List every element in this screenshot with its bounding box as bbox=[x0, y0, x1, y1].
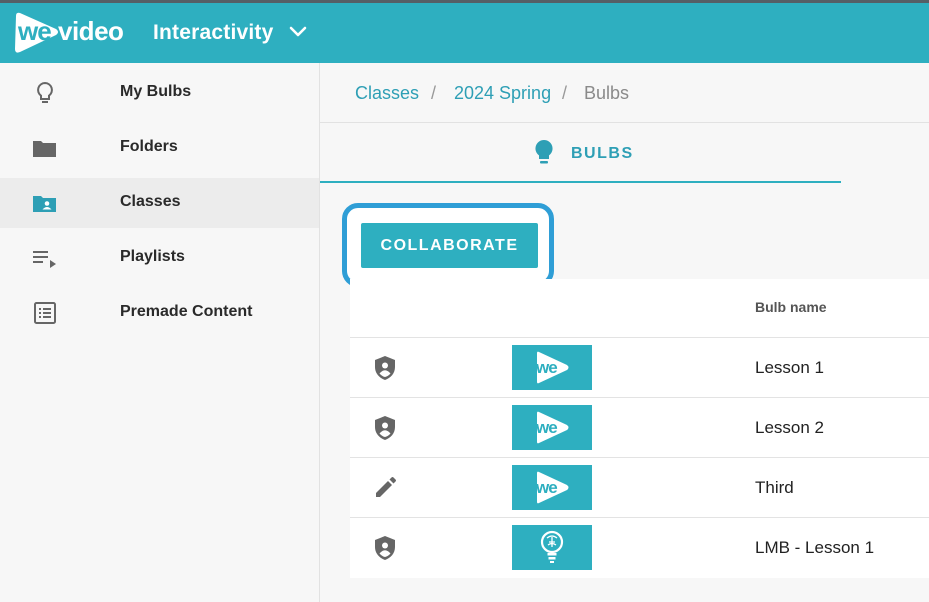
sidebar-item-folders[interactable]: Folders bbox=[0, 123, 319, 173]
table-row[interactable]: we Third bbox=[350, 457, 929, 517]
bulb-name: Third bbox=[755, 478, 794, 497]
sidebar-item-label: My Bulbs bbox=[120, 83, 192, 100]
pencil-icon[interactable] bbox=[372, 474, 398, 502]
shield-user-icon bbox=[372, 534, 398, 562]
shield-user-icon bbox=[372, 354, 398, 382]
bulb-thumbnail[interactable]: we bbox=[512, 345, 592, 390]
column-header-bulb-name[interactable]: Bulb name bbox=[755, 299, 827, 315]
svg-text:we: we bbox=[535, 418, 557, 437]
sidebar-item-classes[interactable]: Classes bbox=[0, 178, 319, 228]
shield-user-icon bbox=[372, 414, 398, 442]
chevron-down-icon[interactable] bbox=[289, 25, 307, 39]
table-row[interactable]: we Lesson 1 bbox=[350, 337, 929, 397]
sidebar-item-label: Folders bbox=[120, 138, 178, 155]
svg-text:we: we bbox=[535, 478, 557, 497]
folder-icon bbox=[32, 135, 58, 161]
sidebar-item-my-bulbs[interactable]: My Bulbs bbox=[0, 68, 319, 118]
breadcrumb-current: Bulbs bbox=[584, 83, 630, 103]
top-bar: we video Interactivity bbox=[0, 0, 929, 63]
collaborate-button[interactable]: COLLABORATE bbox=[361, 223, 538, 268]
table-row[interactable]: we Lesson 2 bbox=[350, 397, 929, 457]
bulb-thumbnail[interactable]: we bbox=[512, 405, 592, 450]
bulb-name: Lesson 2 bbox=[755, 418, 824, 437]
svg-text:we: we bbox=[535, 358, 557, 377]
sidebar-item-playlists[interactable]: Playlists bbox=[0, 233, 319, 283]
svg-text:we: we bbox=[17, 16, 51, 46]
tab-bar: BULBS bbox=[320, 123, 929, 183]
playlist-icon bbox=[32, 245, 58, 271]
sidebar-item-label: Premade Content bbox=[120, 303, 253, 320]
lightbulb-outline-icon bbox=[32, 80, 58, 106]
wevideo-logo[interactable]: we video bbox=[12, 10, 134, 58]
sidebar-item-premade-content[interactable]: Premade Content bbox=[0, 288, 319, 338]
svg-text:video: video bbox=[58, 16, 123, 46]
breadcrumb-separator: / bbox=[562, 83, 568, 103]
bulbs-table: Bulb name we Lesson 1 we Lesson 2 we Thi… bbox=[350, 279, 929, 578]
tab-bulbs[interactable]: BULBS bbox=[320, 123, 841, 183]
shared-folder-icon bbox=[32, 190, 58, 216]
sidebar-item-label: Playlists bbox=[120, 248, 185, 265]
app-title[interactable]: Interactivity bbox=[153, 21, 273, 45]
bulb-name: LMB - Lesson 1 bbox=[755, 538, 875, 557]
breadcrumb-separator: / bbox=[431, 83, 437, 103]
list-box-icon bbox=[32, 300, 58, 326]
bulb-thumbnail[interactable] bbox=[512, 525, 592, 570]
sidebar: My Bulbs Folders Classes Playlists Prema… bbox=[0, 63, 320, 602]
sidebar-item-label: Classes bbox=[120, 193, 181, 210]
table-row[interactable]: LMB - Lesson 1 bbox=[350, 517, 929, 577]
breadcrumb: Classes / 2024 Spring / Bulbs bbox=[320, 63, 929, 123]
bulb-thumbnail[interactable]: we bbox=[512, 465, 592, 510]
lightbulb-icon bbox=[534, 139, 554, 167]
breadcrumb-link-classes[interactable]: Classes bbox=[355, 83, 419, 104]
breadcrumb-link-2024-spring[interactable]: 2024 Spring bbox=[454, 83, 551, 104]
bulb-name: Lesson 1 bbox=[755, 358, 824, 377]
tab-label: BULBS bbox=[571, 145, 634, 162]
